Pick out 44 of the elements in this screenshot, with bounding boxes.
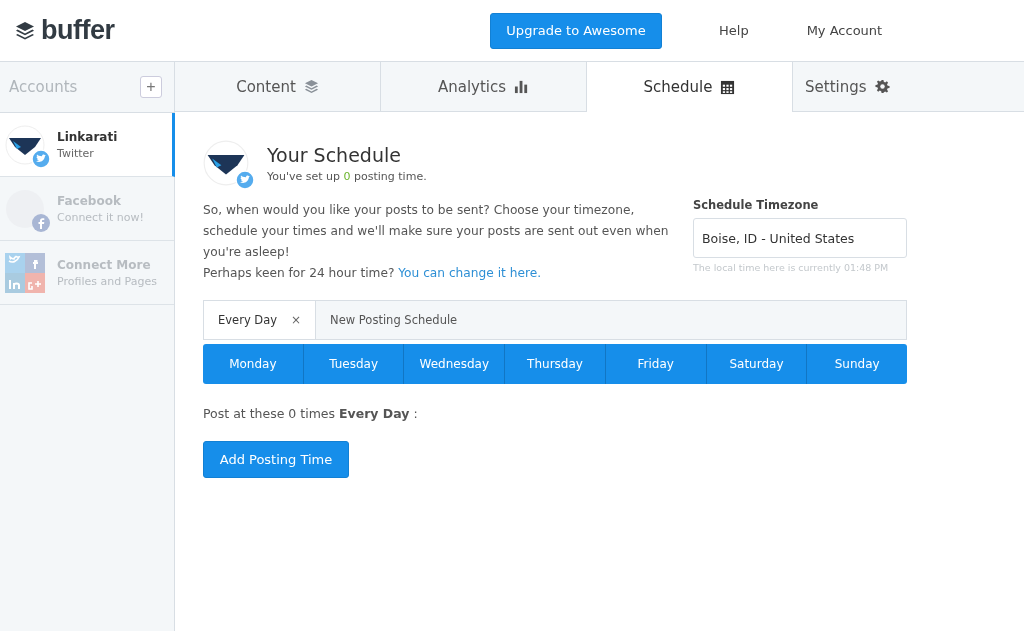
social-networks-icon bbox=[5, 252, 45, 293]
calendar-icon bbox=[720, 79, 736, 95]
avatar-placeholder-icon bbox=[5, 188, 45, 229]
account-name: Linkarati bbox=[57, 129, 118, 144]
header-link[interactable]: My Account bbox=[806, 23, 883, 38]
add-account-button[interactable]: + bbox=[140, 76, 162, 98]
day-button[interactable]: Friday bbox=[605, 344, 707, 384]
posting-schedule-tab[interactable]: New Posting Schedule bbox=[316, 301, 472, 339]
day-button[interactable]: Saturday bbox=[706, 344, 808, 384]
sidebar-title: Accounts bbox=[9, 78, 78, 96]
day-button[interactable]: Tuesday bbox=[303, 344, 405, 384]
close-icon[interactable]: × bbox=[291, 313, 302, 327]
day-button[interactable]: Thursday bbox=[505, 344, 606, 384]
timezone-field[interactable]: Boise, ID - United States bbox=[693, 218, 907, 258]
facebook-badge-icon bbox=[31, 212, 51, 233]
change-time-format-link[interactable]: You can change it here. bbox=[398, 266, 541, 280]
intro-text: So, when would you like your posts to be sent? Choose your timezone, schedule your times and we'll make sure your posts are sent out even when you're asleep! bbox=[203, 202, 670, 261]
tab[interactable]: Schedule bbox=[587, 62, 793, 112]
account-name: Connect More bbox=[57, 257, 152, 272]
account-item[interactable]: Linkarati Twitter bbox=[0, 113, 175, 177]
posting-count-text: You've set up 0 posting time. bbox=[267, 169, 427, 183]
settings-icon bbox=[874, 79, 890, 94]
hint-text: Perhaps keen for 24 hour time? bbox=[203, 266, 395, 280]
twitter-badge-icon bbox=[235, 170, 255, 190]
tab[interactable]: Settings bbox=[793, 62, 1024, 111]
timezone-label: Schedule Timezone bbox=[693, 198, 820, 212]
account-network: Twitter bbox=[57, 146, 95, 160]
layers-icon bbox=[303, 79, 319, 94]
account-name: Facebook bbox=[57, 193, 122, 208]
logo-text: buffer bbox=[41, 15, 115, 46]
summary-text: Post at these 0 times Every Day : bbox=[203, 406, 419, 421]
day-button[interactable]: Sunday bbox=[807, 344, 908, 384]
account-network: Profiles and Pages bbox=[57, 274, 157, 288]
schedule-title: Your Schedule bbox=[267, 143, 402, 166]
header-link[interactable]: Help bbox=[719, 23, 749, 38]
add-posting-time-button[interactable]: Add Posting Time bbox=[203, 441, 349, 478]
day-button[interactable]: Wednesday bbox=[404, 344, 506, 384]
posting-schedule-tab[interactable]: Every Day × bbox=[204, 301, 317, 339]
upgrade-button[interactable]: Upgrade to Awesome bbox=[490, 12, 662, 49]
tab[interactable]: Content bbox=[175, 62, 381, 111]
logo-icon bbox=[15, 20, 35, 41]
day-button[interactable]: Monday bbox=[203, 344, 304, 384]
account-network: Connect it now! bbox=[57, 210, 144, 224]
bar-chart-icon bbox=[514, 79, 530, 94]
